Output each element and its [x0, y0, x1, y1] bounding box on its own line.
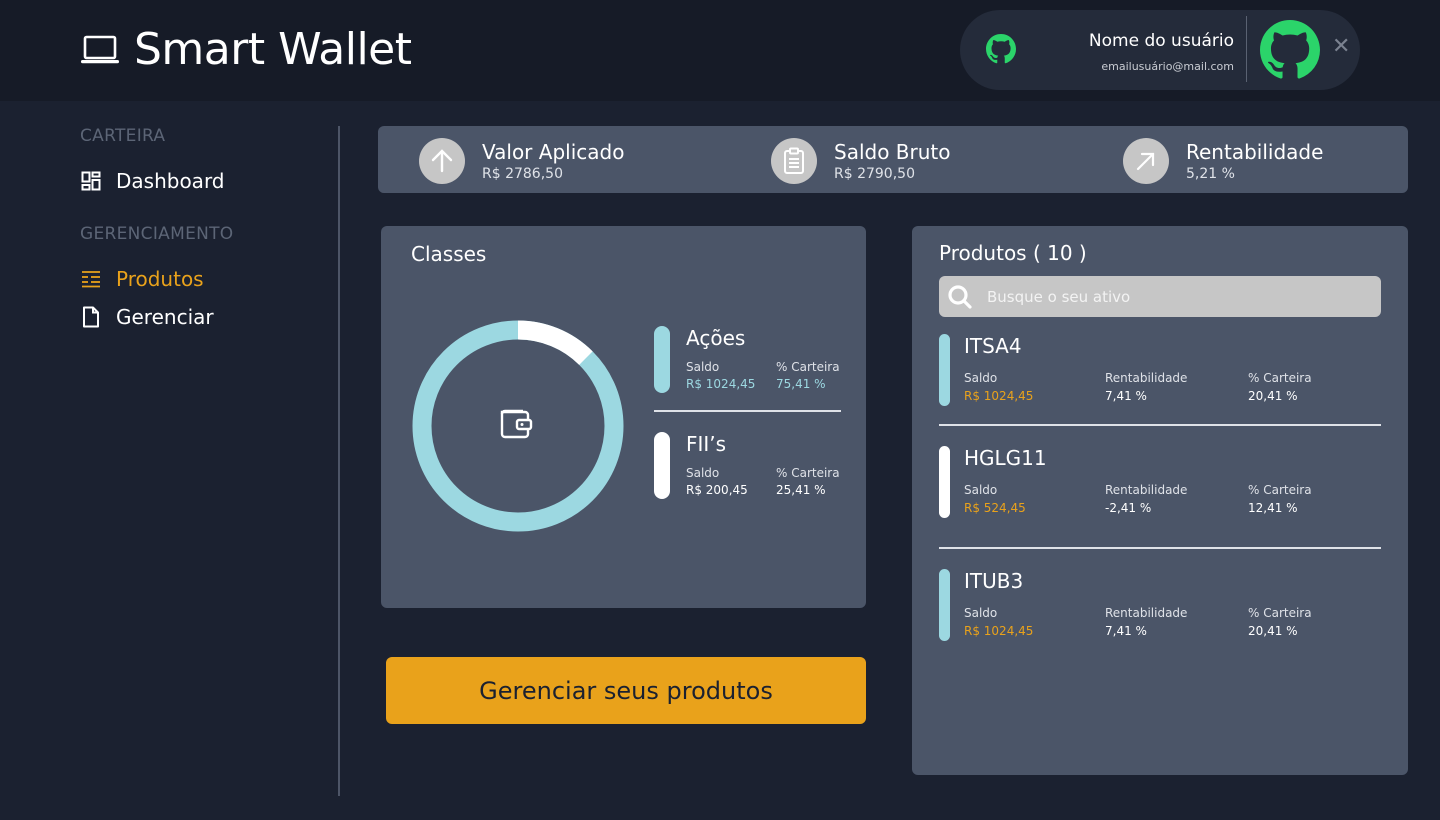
products-title: Produtos ( 10 ): [939, 241, 1087, 265]
sidebar: CARTEIRA Dashboard GERENCIAMENTO Produto…: [80, 126, 340, 334]
github-icon[interactable]: [986, 34, 1016, 64]
legend-item-fiis: FII’s Saldo % Carteira R$ 200,45 25,41 %: [654, 432, 844, 502]
product-pct-label: % Carteira: [1248, 371, 1312, 385]
document-icon: [80, 306, 102, 328]
stat-saldo-bruto: Saldo Bruto R$ 2790,50: [771, 138, 951, 184]
product-rent-label: Rentabilidade: [1105, 606, 1188, 620]
legend-pct-label: % Carteira: [776, 466, 840, 480]
product-color-bar: [939, 446, 950, 518]
product-name: ITSA4: [964, 334, 1022, 358]
product-item-itub3[interactable]: ITUB3 Saldo Rentabilidade % Carteira R$ …: [939, 569, 1381, 659]
legend-name: Ações: [686, 326, 746, 350]
legend-color-bar: [654, 432, 670, 499]
sidebar-item-label: Produtos: [116, 267, 204, 291]
close-icon[interactable]: ✕: [1332, 36, 1350, 58]
legend-divider: [654, 410, 841, 412]
sidebar-section-carteira: CARTEIRA: [80, 126, 166, 146]
brand[interactable]: Smart Wallet: [80, 28, 412, 72]
wallet-icon: [500, 409, 533, 439]
sidebar-item-label: Gerenciar: [116, 305, 214, 329]
sidebar-item-dashboard[interactable]: Dashboard: [80, 164, 340, 198]
classes-title: Classes: [411, 242, 487, 266]
search-box[interactable]: [939, 276, 1381, 317]
product-name: HGLG11: [964, 446, 1047, 470]
clipboard-icon: [771, 138, 817, 184]
products-card: Produtos ( 10 ) ITSA4 Saldo Rentabilidad…: [912, 226, 1408, 775]
stat-rentabilidade: Rentabilidade 5,21 %: [1123, 138, 1323, 184]
product-color-bar: [939, 334, 950, 406]
product-pct-label: % Carteira: [1248, 606, 1312, 620]
legend-item-acoes: Ações Saldo % Carteira R$ 1024,45 75,41 …: [654, 326, 844, 396]
stat-value: 5,21 %: [1186, 165, 1235, 182]
product-rent-value: 7,41 %: [1105, 389, 1147, 403]
legend-saldo-value: R$ 1024,45: [686, 377, 756, 391]
product-name: ITUB3: [964, 569, 1024, 593]
app-title: Smart Wallet: [134, 24, 412, 75]
product-saldo-label: Saldo: [964, 483, 998, 497]
user-email: emailusuário@mail.com: [1101, 60, 1234, 73]
search-input[interactable]: [987, 276, 1367, 317]
product-saldo-label: Saldo: [964, 606, 998, 620]
legend-color-bar: [654, 326, 670, 393]
legend-name: FII’s: [686, 432, 727, 456]
legend-pct-value: 25,41 %: [776, 483, 826, 497]
product-divider: [939, 547, 1381, 549]
product-rent-value: -2,41 %: [1105, 501, 1152, 515]
product-pct-value: 20,41 %: [1248, 624, 1298, 638]
legend-saldo-label: Saldo: [686, 360, 720, 374]
product-color-bar: [939, 569, 950, 641]
list-icon: [80, 268, 102, 290]
user-name: Nome do usuário: [1088, 31, 1234, 51]
product-saldo-label: Saldo: [964, 371, 998, 385]
stat-label: Saldo Bruto: [834, 139, 951, 164]
product-saldo-value: R$ 1024,45: [964, 624, 1034, 638]
classes-donut-chart: [412, 320, 624, 532]
user-divider: [1246, 16, 1247, 82]
stats-bar: Valor Aplicado R$ 2786,50 Saldo Bruto R$…: [378, 126, 1408, 193]
product-rent-label: Rentabilidade: [1105, 483, 1188, 497]
github-avatar-icon[interactable]: [1258, 20, 1322, 80]
product-pct-label: % Carteira: [1248, 483, 1312, 497]
sidebar-section-gerenciamento: GERENCIAMENTO: [80, 224, 234, 244]
product-saldo-value: R$ 1024,45: [964, 389, 1034, 403]
search-icon[interactable]: [947, 284, 973, 310]
legend-pct-label: % Carteira: [776, 360, 840, 374]
sidebar-item-label: Dashboard: [116, 169, 225, 193]
sidebar-item-gerenciar[interactable]: Gerenciar: [80, 300, 340, 334]
laptop-icon: [81, 35, 119, 64]
user-card: Nome do usuário emailusuário@mail.com ✕: [960, 10, 1360, 90]
product-pct-value: 20,41 %: [1248, 389, 1298, 403]
stat-valor-aplicado: Valor Aplicado R$ 2786,50: [419, 138, 624, 184]
classes-card: Classes Ações Saldo % Carteira R$ 1024,4…: [381, 226, 866, 608]
product-item-itsa4[interactable]: ITSA4 Saldo Rentabilidade % Carteira R$ …: [939, 334, 1381, 424]
product-item-hglg11[interactable]: HGLG11 Saldo Rentabilidade % Carteira R$…: [939, 446, 1381, 536]
stat-value: R$ 2786,50: [482, 165, 563, 182]
product-rent-label: Rentabilidade: [1105, 371, 1188, 385]
stat-label: Rentabilidade: [1186, 139, 1324, 164]
sidebar-divider: [338, 126, 340, 796]
stat-label: Valor Aplicado: [482, 139, 625, 164]
legend-saldo-value: R$ 200,45: [686, 483, 748, 497]
product-pct-value: 12,41 %: [1248, 501, 1298, 515]
product-saldo-value: R$ 524,45: [964, 501, 1026, 515]
legend-pct-value: 75,41 %: [776, 377, 826, 391]
stat-value: R$ 2790,50: [834, 165, 915, 182]
manage-products-button[interactable]: Gerenciar seus produtos: [386, 657, 866, 724]
dashboard-icon: [80, 170, 102, 192]
arrow-up-right-icon: [1123, 138, 1169, 184]
product-divider: [939, 424, 1381, 426]
sidebar-item-produtos[interactable]: Produtos: [80, 262, 340, 296]
top-header: Smart Wallet Nome do usuário emailusuári…: [0, 0, 1440, 101]
legend-saldo-label: Saldo: [686, 466, 720, 480]
arrow-up-icon: [419, 138, 465, 184]
product-rent-value: 7,41 %: [1105, 624, 1147, 638]
